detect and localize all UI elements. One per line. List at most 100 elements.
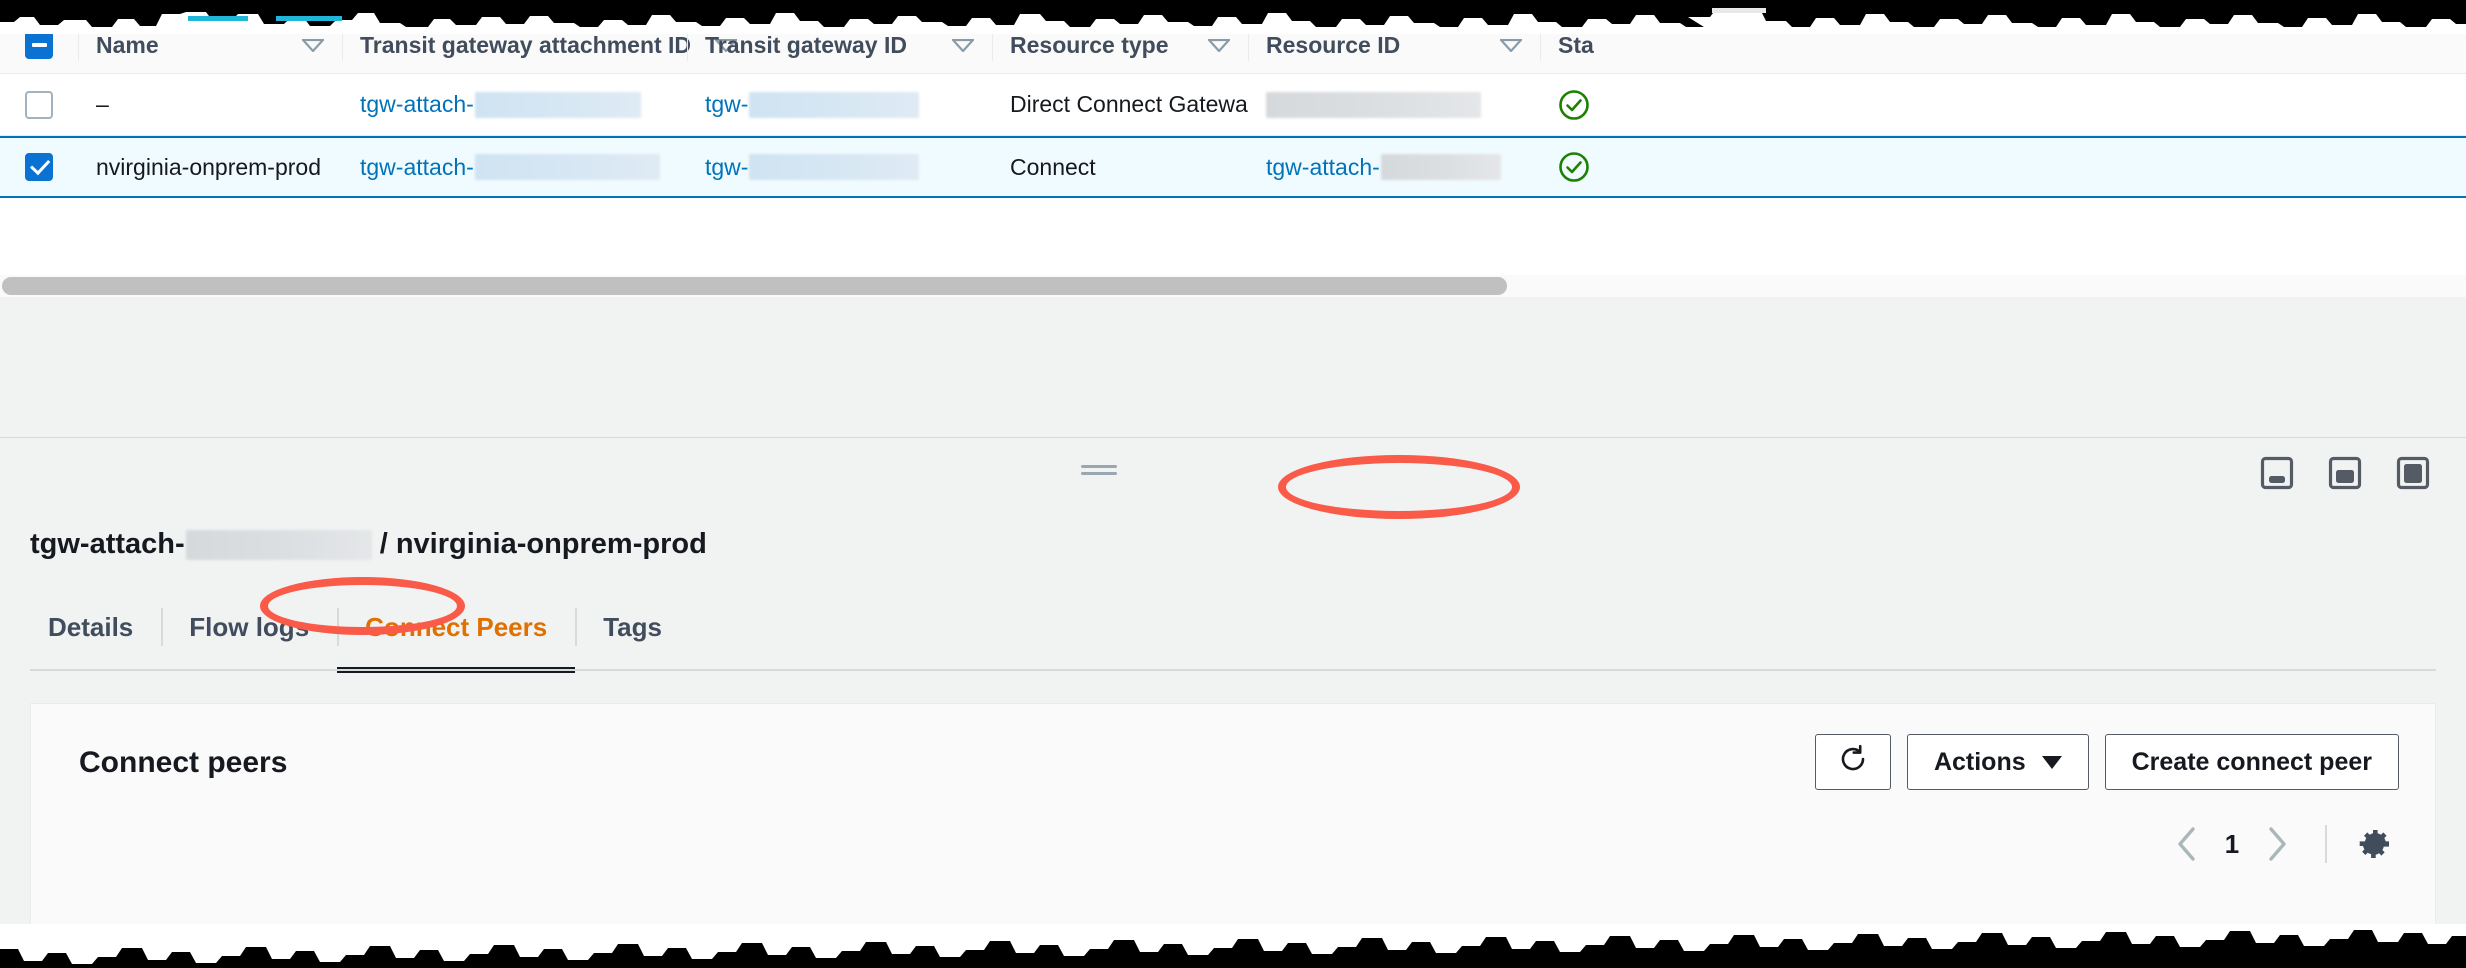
resource-id-link[interactable]: tgw-attach- xyxy=(1266,154,1380,181)
chevron-down-icon xyxy=(2041,755,2062,769)
pagination-next-button[interactable] xyxy=(2249,816,2305,872)
table-header-row: Name Transit gateway attachment ID Trans… xyxy=(0,16,2466,74)
tab-divider xyxy=(575,608,578,646)
redacted-value xyxy=(1380,154,1501,180)
pagination: 1 xyxy=(2159,816,2399,872)
column-header-label: Transit gateway attachment ID xyxy=(360,31,692,58)
tabs-underline xyxy=(30,669,2436,671)
tgw-attachment-id-link[interactable]: tgw-attach- xyxy=(360,91,474,118)
column-header-status[interactable]: Sta xyxy=(1540,17,1660,73)
create-connect-peer-button[interactable]: Create connect peer xyxy=(2104,734,2399,790)
table-row[interactable]: nvirginia-onprem-prod tgw-attach- tgw- C… xyxy=(0,136,2466,198)
cell-resource-type: Direct Connect Gateway xyxy=(1010,91,1248,117)
column-header-label: Resource type xyxy=(1010,31,1169,58)
split-panel-header-prefix: tgw-attach- xyxy=(30,528,185,560)
connect-peers-title: Connect peers xyxy=(79,746,288,779)
tab-divider xyxy=(337,608,340,646)
column-header-tgw-id[interactable]: Transit gateway ID xyxy=(687,17,992,73)
connect-peers-card: Connect peers Actions Create connect pee… xyxy=(30,703,2436,935)
row-select-cell[interactable] xyxy=(0,138,78,196)
tab-label: Tags xyxy=(603,611,662,642)
cell-tgw-id[interactable]: tgw- xyxy=(687,74,992,135)
cell-tgw-id[interactable]: tgw- xyxy=(687,138,992,196)
tab-details[interactable]: Details xyxy=(0,590,161,664)
column-divider xyxy=(342,29,343,61)
redacted-value xyxy=(185,529,372,560)
cell-resource-type: Connect xyxy=(1010,153,1096,180)
redacted-value xyxy=(749,154,920,180)
column-header-label: Transit gateway ID xyxy=(705,31,907,58)
row-checkbox[interactable] xyxy=(25,153,53,181)
gear-icon[interactable] xyxy=(2347,818,2399,870)
pagination-prev-button[interactable] xyxy=(2159,816,2215,872)
column-header-label: Name xyxy=(96,31,159,58)
redacted-value xyxy=(474,91,641,118)
split-panel-header-separator: / xyxy=(371,528,396,560)
column-divider xyxy=(1540,29,1541,61)
sort-caret-icon[interactable] xyxy=(302,38,324,52)
cell-name: nvirginia-onprem-prod xyxy=(96,153,321,180)
panel-size-small-icon[interactable] xyxy=(2260,456,2294,490)
aws-console-content: Name Transit gateway attachment ID Trans… xyxy=(0,16,2466,942)
panel-size-large-icon[interactable] xyxy=(2396,456,2430,490)
actions-button[interactable]: Actions xyxy=(1906,734,2089,790)
row-checkbox[interactable] xyxy=(25,90,53,119)
connect-peers-toolbar: Actions Create connect peer xyxy=(1814,734,2399,790)
column-header-tgw-attachment-id[interactable]: Transit gateway attachment ID xyxy=(342,17,738,73)
column-divider xyxy=(1248,29,1249,61)
tab-flow-logs[interactable]: Flow logs xyxy=(161,590,337,664)
column-header-label: Sta xyxy=(1558,31,1594,58)
cell-resource-id xyxy=(1248,74,1540,135)
cell-tgw-attachment-id[interactable]: tgw-attach- xyxy=(342,138,687,196)
refresh-button[interactable] xyxy=(1814,734,1891,790)
tab-connect-peers[interactable]: Connect Peers xyxy=(337,590,576,673)
row-select-cell[interactable] xyxy=(0,74,78,135)
split-panel: tgw-attach- / nvirginia-onprem-prod Deta… xyxy=(0,437,2466,942)
select-all-checkbox[interactable] xyxy=(25,31,53,59)
content-gap xyxy=(0,297,2466,437)
redacted-value xyxy=(1266,91,1481,118)
tgw-attachment-id-link[interactable]: tgw-attach- xyxy=(360,154,474,181)
pagination-page-1[interactable]: 1 xyxy=(2215,829,2249,860)
transit-gateway-attachments-table: Name Transit gateway attachment ID Trans… xyxy=(0,16,2466,198)
cell-status xyxy=(1540,74,1660,135)
split-panel-header: tgw-attach- / nvirginia-onprem-prod xyxy=(30,528,707,561)
panel-size-medium-icon[interactable] xyxy=(2328,456,2362,490)
actions-label: Actions xyxy=(1933,747,2026,776)
table-horizontal-scrollbar-thumb[interactable] xyxy=(2,277,1507,295)
tgw-id-link[interactable]: tgw- xyxy=(705,154,748,181)
cell-tgw-attachment-id[interactable]: tgw-attach- xyxy=(342,74,687,135)
tab-label: Connect Peers xyxy=(365,611,548,642)
sort-caret-icon[interactable] xyxy=(952,38,974,52)
tab-divider xyxy=(161,608,164,646)
tab-label: Flow logs xyxy=(189,611,310,642)
sort-caret-icon[interactable] xyxy=(1500,38,1522,52)
check-circle-icon xyxy=(1558,151,1590,183)
redacted-value xyxy=(749,91,920,118)
column-header-name[interactable]: Name xyxy=(78,17,342,73)
column-divider xyxy=(992,29,993,61)
column-divider xyxy=(687,29,688,61)
tab-label: Details xyxy=(48,611,134,642)
cell-status xyxy=(1540,138,1660,196)
tgw-id-link[interactable]: tgw- xyxy=(705,91,748,118)
split-panel-drag-handle[interactable] xyxy=(1081,465,1117,476)
column-header-label: Resource ID xyxy=(1266,31,1401,58)
column-header-resource-id[interactable]: Resource ID xyxy=(1248,17,1540,73)
cell-name: – xyxy=(96,91,109,117)
split-panel-tabs: Details Flow logs Connect Peers Tags xyxy=(0,590,2466,673)
sort-caret-icon[interactable] xyxy=(1208,38,1230,52)
tab-tags[interactable]: Tags xyxy=(575,590,690,664)
refresh-icon xyxy=(1837,743,1869,782)
column-header-resource-type[interactable]: Resource type xyxy=(992,17,1248,73)
column-divider xyxy=(78,29,79,61)
redacted-value xyxy=(474,154,660,180)
check-circle-icon xyxy=(1558,89,1590,121)
create-connect-peer-label: Create connect peer xyxy=(2131,747,2372,776)
pagination-divider xyxy=(2325,825,2327,863)
cell-resource-id[interactable]: tgw-attach- xyxy=(1248,138,1540,196)
split-panel-size-controls xyxy=(2260,456,2430,490)
table-row[interactable]: – tgw-attach- tgw- Direct Connect Gatewa… xyxy=(0,74,2466,136)
split-panel-header-name: nvirginia-onprem-prod xyxy=(395,528,707,560)
select-all-cell[interactable] xyxy=(0,17,78,73)
